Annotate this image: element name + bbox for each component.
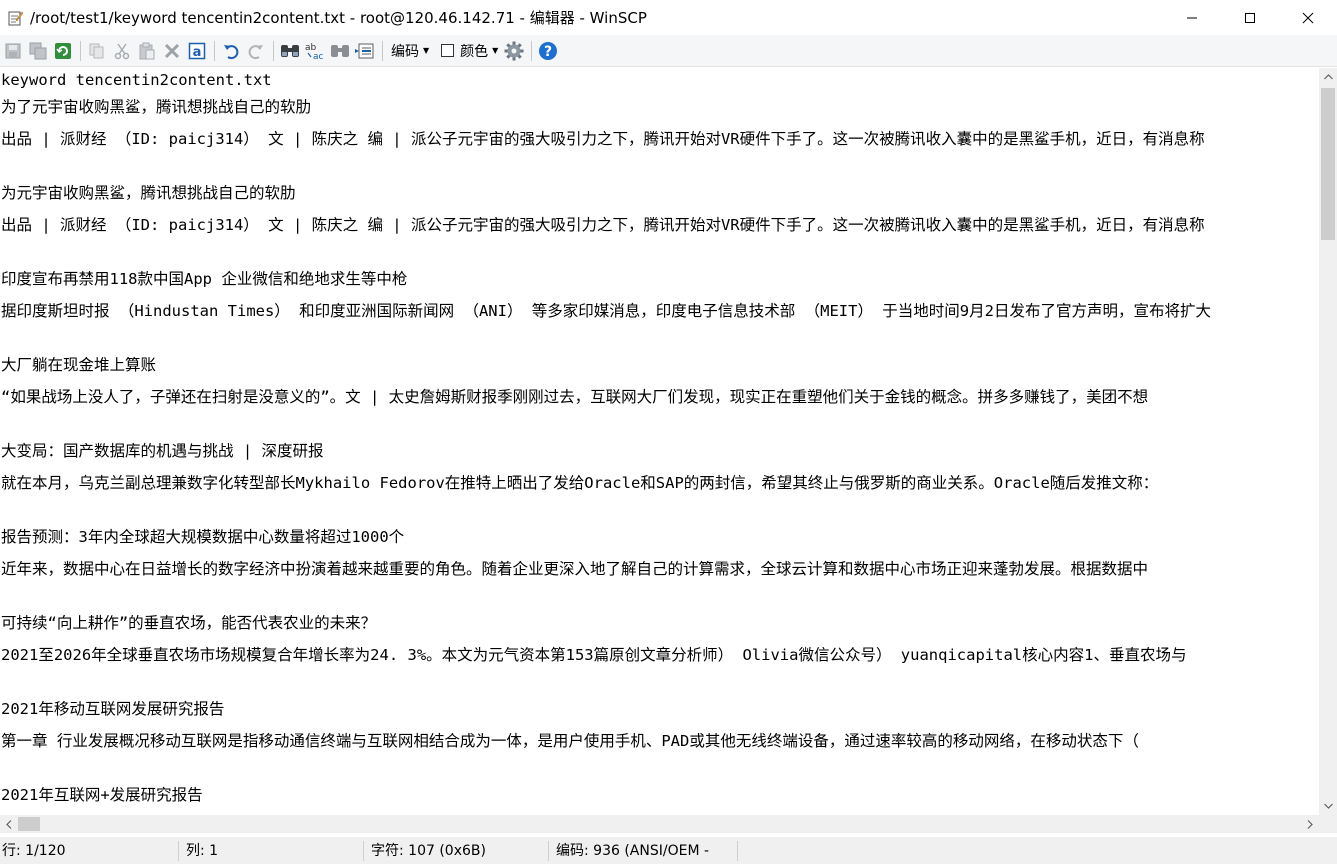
status-encoding: 编码: 936 (ANSI/OEM - xyxy=(556,843,710,859)
toolbar: a ab ac 编码 ▼ 颜色 ▼ ? xyxy=(0,35,1337,67)
toolbar-separator xyxy=(382,40,383,61)
editor-line: 2021年互联网+发展研究报告 xyxy=(1,786,203,804)
minimize-button[interactable] xyxy=(1163,0,1221,35)
editor-line: 为元宇宙收购黑鲨，腾讯想挑战自己的软肋 xyxy=(1,184,296,202)
paste-icon xyxy=(139,42,155,59)
editor-line: 报告预测：3年内全球超大规模数据中心数量将超过1000个 xyxy=(1,528,405,546)
reload-button[interactable] xyxy=(51,39,75,63)
text-editor[interactable]: keyword tencentin2content.txt 为了元宇宙收购黑鲨，腾… xyxy=(0,68,1319,815)
toolbar-separator xyxy=(214,40,215,61)
status-character: 字符: 107 (0x6B) xyxy=(371,843,486,859)
redo-button[interactable] xyxy=(244,39,268,63)
chevron-down-icon: ▼ xyxy=(423,46,430,55)
encoding-label: 编码 xyxy=(391,43,419,60)
title-bar: /root/test1/keyword tencentin2content.tx… xyxy=(0,0,1337,35)
editor-line: 为了元宇宙收购黑鲨，腾讯想挑战自己的软肋 xyxy=(1,98,312,116)
status-line: 行: 1/120 xyxy=(2,843,66,859)
toolbar-separator xyxy=(531,40,533,61)
delete-button[interactable] xyxy=(160,39,184,63)
paste-button[interactable] xyxy=(135,39,159,63)
undo-icon xyxy=(224,44,239,59)
chevron-down-icon: ▼ xyxy=(492,46,499,55)
status-divider xyxy=(737,841,738,861)
select-all-icon: a xyxy=(188,42,206,60)
close-icon xyxy=(1302,12,1314,23)
editor-line: “如果战场上没人了，子弹还在扫射是没意义的”。文 | 太史詹姆斯财报季刚刚过去，… xyxy=(1,388,1149,406)
cut-icon xyxy=(114,43,130,59)
notepad-icon xyxy=(7,10,24,26)
editor-line: 据印度斯坦时报 （Hindustan Times） 和印度亚洲国际新闻网 （AN… xyxy=(1,302,1211,320)
scroll-up-button[interactable] xyxy=(1319,68,1337,86)
editor-line: 就在本月，乌克兰副总理兼数字化转型部长Mykhailo Fedorov在推特上晒… xyxy=(1,474,1159,492)
save-all-icon xyxy=(29,42,47,59)
scrollbar-corner xyxy=(1319,815,1337,833)
close-button[interactable] xyxy=(1279,0,1337,35)
maximize-icon xyxy=(1245,12,1255,23)
find-icon xyxy=(281,44,299,57)
editor-line: 出品 | 派财经 （ID: paicj314） 文 | 陈庆之 编 | 派公子元… xyxy=(1,216,1205,234)
chevron-right-icon xyxy=(1307,819,1313,829)
chevron-left-icon xyxy=(6,819,12,829)
status-column: 列: 1 xyxy=(186,843,219,859)
horizontal-scroll-thumb[interactable] xyxy=(18,817,40,831)
settings-button[interactable] xyxy=(502,39,526,63)
editor-line: 大厂躺在现金堆上算账 xyxy=(1,356,157,374)
scroll-right-button[interactable] xyxy=(1301,815,1319,833)
vertical-scrollbar[interactable] xyxy=(1319,68,1337,815)
delete-icon xyxy=(164,43,180,58)
editor-line: 出品 | 派财经 （ID: paicj314） 文 | 陈庆之 编 | 派公子元… xyxy=(1,130,1205,148)
vertical-scroll-thumb[interactable] xyxy=(1321,88,1335,240)
find-button[interactable] xyxy=(278,39,302,63)
editor-line: 印度宣布再禁用118款中国App 企业微信和绝地求生等中枪 xyxy=(1,270,408,288)
select-all-button[interactable]: a xyxy=(185,39,209,63)
toolbar-separator xyxy=(273,40,274,61)
editor-line: 可持续“向上耕作”的垂直农场，能否代表农业的未来？ xyxy=(1,614,377,632)
replace-button[interactable]: ab ac xyxy=(303,39,327,63)
save-all-button[interactable] xyxy=(26,39,50,63)
svg-text:?: ? xyxy=(544,44,552,60)
editor-line: 2021年移动互联网发展研究报告 xyxy=(1,700,225,718)
settings-icon xyxy=(504,41,524,60)
color-label: 颜色 xyxy=(460,43,489,60)
editor-line: 2021至2026年全球垂直农场市场规模复合年增长率为24. 3%。本文为元气资… xyxy=(1,646,1187,664)
copy-icon xyxy=(89,43,104,58)
find-next-icon xyxy=(331,44,349,57)
editor-line: keyword tencentin2content.txt xyxy=(1,71,272,89)
replace-icon: abac xyxy=(305,43,324,61)
chevron-up-icon xyxy=(1323,74,1333,80)
chevron-down-icon xyxy=(1323,803,1333,809)
horizontal-scrollbar[interactable] xyxy=(0,815,1319,833)
editor-line: 大变局：国产数据库的机遇与挑战 | 深度研报 xyxy=(1,442,324,460)
status-bar: 行: 1/120 列: 1 字符: 107 (0x6B) 编码: 936 (AN… xyxy=(0,837,1337,864)
help-icon: ? xyxy=(539,41,558,60)
svg-text:ac: ac xyxy=(313,52,324,61)
window-title: /root/test1/keyword tencentin2content.tx… xyxy=(30,9,647,27)
scroll-down-button[interactable] xyxy=(1319,797,1337,815)
goto-line-button[interactable] xyxy=(353,39,377,63)
cut-button[interactable] xyxy=(110,39,134,63)
color-dropdown[interactable]: 颜色 ▼ xyxy=(460,39,502,63)
maximize-button[interactable] xyxy=(1221,0,1279,35)
find-next-button[interactable] xyxy=(328,39,352,63)
goto-line-icon xyxy=(355,43,374,58)
svg-text:a: a xyxy=(193,45,202,60)
color-checkbox[interactable] xyxy=(441,44,455,57)
editor-line: 近年来，数据中心在日益增长的数字经济中扮演着越来越重要的角色。随着企业更深入地了… xyxy=(1,560,1149,578)
undo-button[interactable] xyxy=(219,39,243,63)
save-icon xyxy=(5,43,21,58)
minimize-icon xyxy=(1187,17,1197,18)
status-divider xyxy=(178,841,179,861)
encoding-dropdown[interactable]: 编码 ▼ xyxy=(387,39,433,63)
save-button[interactable] xyxy=(1,39,25,63)
reload-icon xyxy=(55,42,71,59)
copy-button[interactable] xyxy=(85,39,109,63)
status-divider xyxy=(363,841,364,861)
help-button[interactable]: ? xyxy=(536,39,560,63)
editor-line: 第一章 行业发展概况移动互联网是指移动通信终端与互联网相结合成为一体，是用户使用… xyxy=(1,732,1139,750)
scroll-left-button[interactable] xyxy=(0,815,18,833)
status-divider xyxy=(548,841,549,861)
toolbar-separator xyxy=(80,40,81,61)
redo-icon xyxy=(248,44,263,59)
